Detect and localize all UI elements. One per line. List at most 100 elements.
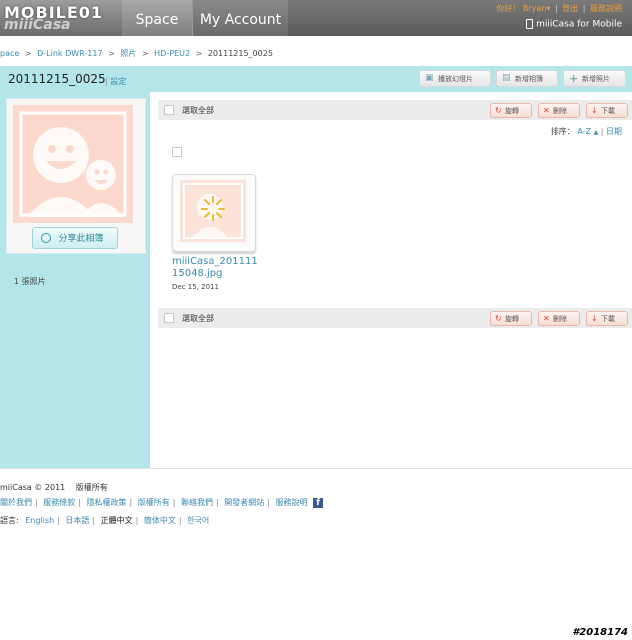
action-bar-top: 選取全部 ↻ 旋轉 ✕ 刪除 ↓ 下載 bbox=[158, 100, 632, 120]
select-all-label[interactable]: 選取全部 bbox=[182, 105, 214, 116]
delete-button[interactable]: ✕ 刪除 bbox=[538, 311, 580, 326]
download-arrow-icon: ↓ bbox=[591, 314, 598, 323]
rotate-icon: ↻ bbox=[495, 314, 502, 323]
separator: | bbox=[129, 498, 133, 507]
plus-icon: + bbox=[569, 72, 579, 85]
separator: | bbox=[216, 498, 219, 507]
rotate-button[interactable]: ↻ 旋轉 bbox=[490, 103, 532, 118]
footer-link-terms[interactable]: 服務條款 bbox=[43, 498, 75, 507]
sort-controls: 排序： A-Z ▲ | 日期 bbox=[551, 126, 622, 137]
tab-my-account[interactable]: My Account bbox=[192, 0, 288, 36]
people-placeholder-icon bbox=[19, 111, 127, 217]
select-all-label[interactable]: 選取全部 bbox=[182, 313, 214, 324]
delete-button[interactable]: ✕ 刪除 bbox=[538, 103, 580, 118]
slideshow-icon: ▣ bbox=[425, 73, 434, 83]
language-korean[interactable]: 한국어 bbox=[187, 516, 209, 525]
facebook-icon[interactable]: f bbox=[313, 497, 324, 508]
phone-icon bbox=[526, 19, 534, 29]
download-button[interactable]: ↓ 下載 bbox=[586, 311, 628, 326]
user-caret-icon[interactable]: ▾ bbox=[546, 4, 550, 13]
photo-date: Dec 15, 2011 bbox=[172, 283, 219, 291]
separator: | bbox=[35, 498, 38, 507]
separator: | bbox=[554, 4, 558, 13]
share-album-button[interactable]: 分享此相簿 bbox=[32, 227, 118, 249]
breadcrumb-item-space[interactable]: pace bbox=[0, 49, 19, 58]
photo-grid-area: 選取全部 ↻ 旋轉 ✕ 刪除 ↓ 下載 排序： A-Z ▲ | 日期 miiiC… bbox=[150, 92, 632, 468]
top-navigation-bar: MOBILE01 miiiCasa Space My Account 你好！ B… bbox=[0, 0, 632, 36]
language-traditional-chinese: 正體中文 bbox=[100, 516, 133, 525]
photo-filename-link[interactable]: miiiCasa_20111115048.jpg bbox=[172, 256, 262, 280]
sort-label: 排序： bbox=[550, 127, 575, 136]
footer-link-copyright[interactable]: 版權所有 bbox=[138, 498, 170, 507]
copyright-text: miiCasa © 2011 bbox=[0, 483, 66, 492]
footer-link-contact[interactable]: 聯絡我們 bbox=[181, 498, 213, 507]
breadcrumb-separator: > bbox=[141, 49, 149, 58]
breadcrumb-item-drive[interactable]: HD-PEU2 bbox=[154, 49, 190, 58]
photo-thumbnail-card[interactable] bbox=[172, 174, 256, 252]
breadcrumb-item-album: 20111215_0025 bbox=[207, 49, 273, 58]
mobile-link-label: miiiCasa for Mobile bbox=[536, 19, 622, 30]
album-cover: 分享此相簿 bbox=[6, 98, 146, 254]
new-album-button[interactable]: ▤ 新增相簿 bbox=[496, 70, 558, 87]
delete-label: 刪除 bbox=[553, 107, 567, 115]
photo-checkbox[interactable] bbox=[172, 147, 182, 157]
language-selector: 語言: English | 日本語 | 正體中文 | 簡体中文 | 한국어 bbox=[0, 515, 209, 526]
separator: | bbox=[267, 498, 270, 507]
album-settings-link[interactable]: | 設定 bbox=[105, 76, 126, 87]
language-english[interactable]: English bbox=[25, 516, 54, 525]
add-photo-label: 新增照片 bbox=[582, 75, 610, 83]
select-all-checkbox[interactable] bbox=[164, 313, 174, 323]
separator: | bbox=[178, 516, 182, 525]
footer-link-about[interactable]: 關於我們 bbox=[0, 498, 32, 507]
separator: | bbox=[92, 516, 96, 525]
footer-link-privacy[interactable]: 隱私權政策 bbox=[87, 498, 127, 507]
album-title-bar: 20111215_0025 | 設定 ▣ 播放幻燈片 ▤ 新增相簿 + 新增照片 bbox=[0, 66, 632, 92]
sort-az-link[interactable]: A-Z bbox=[577, 127, 591, 136]
greeting-text: 你好！ bbox=[496, 4, 521, 13]
breadcrumb-item-device[interactable]: D-Link DWR-117 bbox=[37, 49, 102, 58]
language-simplified-chinese[interactable]: 簡体中文 bbox=[144, 516, 176, 525]
breadcrumb-item-photos[interactable]: 照片 bbox=[120, 49, 136, 58]
download-label: 下載 bbox=[601, 107, 615, 115]
select-all-checkbox[interactable] bbox=[164, 105, 174, 115]
action-bar-bottom: 選取全部 ↻ 旋轉 ✕ 刪除 ↓ 下載 bbox=[158, 308, 632, 328]
rotate-button[interactable]: ↻ 旋轉 bbox=[490, 311, 532, 326]
logout-link[interactable]: 登出 bbox=[562, 4, 578, 13]
mobile-link[interactable]: miiiCasa for Mobile bbox=[526, 19, 622, 30]
add-photo-button[interactable]: + 新增照片 bbox=[563, 70, 626, 87]
loading-spinner-icon bbox=[183, 183, 243, 239]
footer-link-developer[interactable]: 開發者網站 bbox=[224, 498, 264, 507]
rights-text: 版權所有 bbox=[75, 483, 108, 492]
download-button[interactable]: ↓ 下載 bbox=[586, 103, 628, 118]
rotate-label: 旋轉 bbox=[505, 315, 519, 323]
logo-subtext: miiiCasa bbox=[4, 17, 71, 33]
breadcrumb-separator: > bbox=[195, 49, 203, 58]
username-link[interactable]: Bryan bbox=[523, 4, 546, 13]
album-cover-placeholder bbox=[13, 105, 133, 223]
tab-space[interactable]: Space bbox=[122, 0, 192, 36]
separator: | bbox=[135, 516, 139, 525]
new-album-label: 新增相簿 bbox=[515, 75, 543, 83]
separator: | bbox=[57, 516, 60, 525]
separator: | bbox=[172, 498, 176, 507]
logo[interactable]: MOBILE01 miiiCasa bbox=[0, 0, 122, 36]
folder-icon: ▤ bbox=[502, 73, 511, 83]
close-icon: ✕ bbox=[543, 106, 550, 115]
footer-link-help[interactable]: 服務說明 bbox=[276, 498, 308, 507]
breadcrumb-separator: > bbox=[24, 49, 32, 58]
album-title: 20111215_0025 bbox=[8, 72, 106, 86]
separator: | bbox=[600, 127, 604, 136]
sort-date-link[interactable]: 日期 bbox=[606, 127, 622, 136]
download-arrow-icon: ↓ bbox=[591, 106, 598, 115]
watermark: #2018174 bbox=[572, 627, 628, 638]
footer-copyright: miiCasa © 2011 版權所有 bbox=[0, 482, 108, 493]
separator: | bbox=[582, 4, 586, 13]
album-sidebar: 分享此相簿 1 張照片 bbox=[0, 92, 150, 468]
help-link[interactable]: 服務說明 bbox=[590, 4, 622, 13]
slideshow-label: 播放幻燈片 bbox=[438, 75, 473, 83]
delete-label: 刪除 bbox=[553, 315, 567, 323]
close-icon: ✕ bbox=[543, 314, 550, 323]
share-icon bbox=[41, 233, 51, 243]
language-japanese[interactable]: 日本語 bbox=[65, 516, 89, 525]
slideshow-button[interactable]: ▣ 播放幻燈片 bbox=[419, 70, 491, 87]
